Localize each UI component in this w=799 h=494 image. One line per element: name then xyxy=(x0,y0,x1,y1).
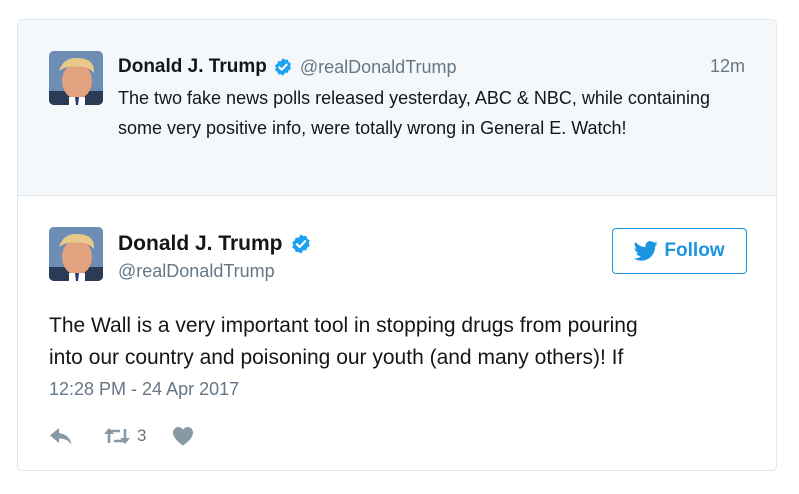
reply-button[interactable] xyxy=(49,426,73,446)
follow-button[interactable]: Follow xyxy=(612,228,747,274)
twitter-bird-icon xyxy=(634,241,659,261)
avatar[interactable] xyxy=(49,227,103,281)
tweet-actions: 3 xyxy=(49,422,194,450)
tweet-timestamp[interactable]: 12m xyxy=(710,56,745,77)
avatar[interactable] xyxy=(49,51,103,105)
retweet-count: 3 xyxy=(137,426,147,445)
author-handle[interactable]: @realDonaldTrump xyxy=(300,57,457,78)
follow-button-label: Follow xyxy=(664,240,725,261)
author-name-row: Donald J. Trump xyxy=(118,229,312,259)
tweet-date[interactable]: 12:28 PM - 24 Apr 2017 xyxy=(49,379,239,400)
heart-icon xyxy=(172,426,194,446)
parent-tweet[interactable]: Donald J. Trump @realDonaldTrump 12m The… xyxy=(18,20,776,196)
parent-tweet-text: The two fake news polls released yesterd… xyxy=(118,88,710,138)
author-name[interactable]: Donald J. Trump xyxy=(118,232,283,256)
author-handle[interactable]: @realDonaldTrump xyxy=(118,261,275,282)
parent-tweet-header: Donald J. Trump @realDonaldTrump xyxy=(118,54,457,80)
verified-badge-icon xyxy=(273,57,293,77)
verified-badge-icon xyxy=(290,233,312,255)
tweet-text-line: into our country and poisoning our youth… xyxy=(49,346,624,369)
tweet-text: The Wall is a very important tool in sto… xyxy=(49,310,759,374)
retweet-button[interactable]: 3 xyxy=(103,426,146,446)
retweet-icon xyxy=(103,426,131,446)
like-button[interactable] xyxy=(172,426,194,446)
tweet-card: Donald J. Trump @realDonaldTrump 12m The… xyxy=(17,19,777,471)
tweet-text-line: The Wall is a very important tool in sto… xyxy=(49,314,638,337)
reply-icon xyxy=(49,426,73,446)
author-name[interactable]: Donald J. Trump xyxy=(118,56,267,78)
